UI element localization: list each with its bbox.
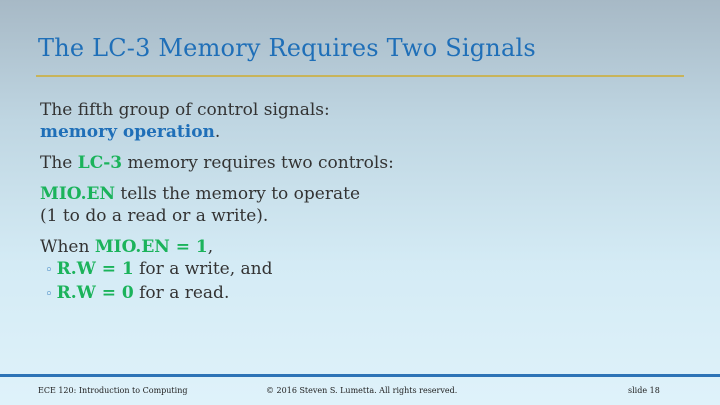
highlight-rw-0: R.W = 0 (56, 283, 134, 303)
text: . (214, 122, 221, 142)
footer-slide-number: slide 18 (628, 386, 660, 395)
highlight-lc3: LC-3 (77, 153, 123, 173)
footer-copyright: © 2016 Steven S. Lumetta. All rights res… (266, 386, 458, 395)
highlight-mio-en-1: MIO.EN = 1 (94, 237, 208, 257)
text: for a read. (133, 283, 230, 303)
text: for a write, and (133, 259, 273, 279)
bullet-item: ◦ R.W = 1 for a write, and (40, 258, 680, 282)
text: (1 to do a read or a write). (40, 206, 269, 226)
footer-course: ECE 120: Introduction to Computing (38, 386, 188, 395)
highlight-mio-en: MIO.EN (40, 184, 115, 204)
text: , (207, 237, 214, 257)
highlight-memory-operation: memory operation (40, 122, 215, 142)
paragraph-mio-en: MIO.EN tells the memory to operate (1 to… (40, 183, 680, 227)
text: tells the memory to operate (115, 184, 361, 204)
text: The (40, 153, 78, 173)
paragraph-when: When MIO.EN = 1, (40, 236, 680, 258)
bullet-circle-icon: ◦ (45, 287, 53, 302)
slide-body: The fifth group of control signals: memo… (40, 99, 680, 306)
slide-title: The LC-3 Memory Requires Two Signals (38, 34, 536, 62)
paragraph-lc3: The LC-3 memory requires two controls: (40, 152, 680, 174)
title-divider (36, 75, 684, 77)
text: memory requires two controls: (122, 153, 394, 173)
footer-divider (0, 374, 720, 377)
paragraph-control-signals: The fifth group of control signals: memo… (40, 99, 680, 143)
text: The fifth group of control signals: (40, 100, 330, 120)
text: When (40, 237, 95, 257)
bullet-item: ◦ R.W = 0 for a read. (40, 282, 680, 306)
bullet-circle-icon: ◦ (45, 263, 53, 278)
highlight-rw-1: R.W = 1 (56, 259, 134, 279)
